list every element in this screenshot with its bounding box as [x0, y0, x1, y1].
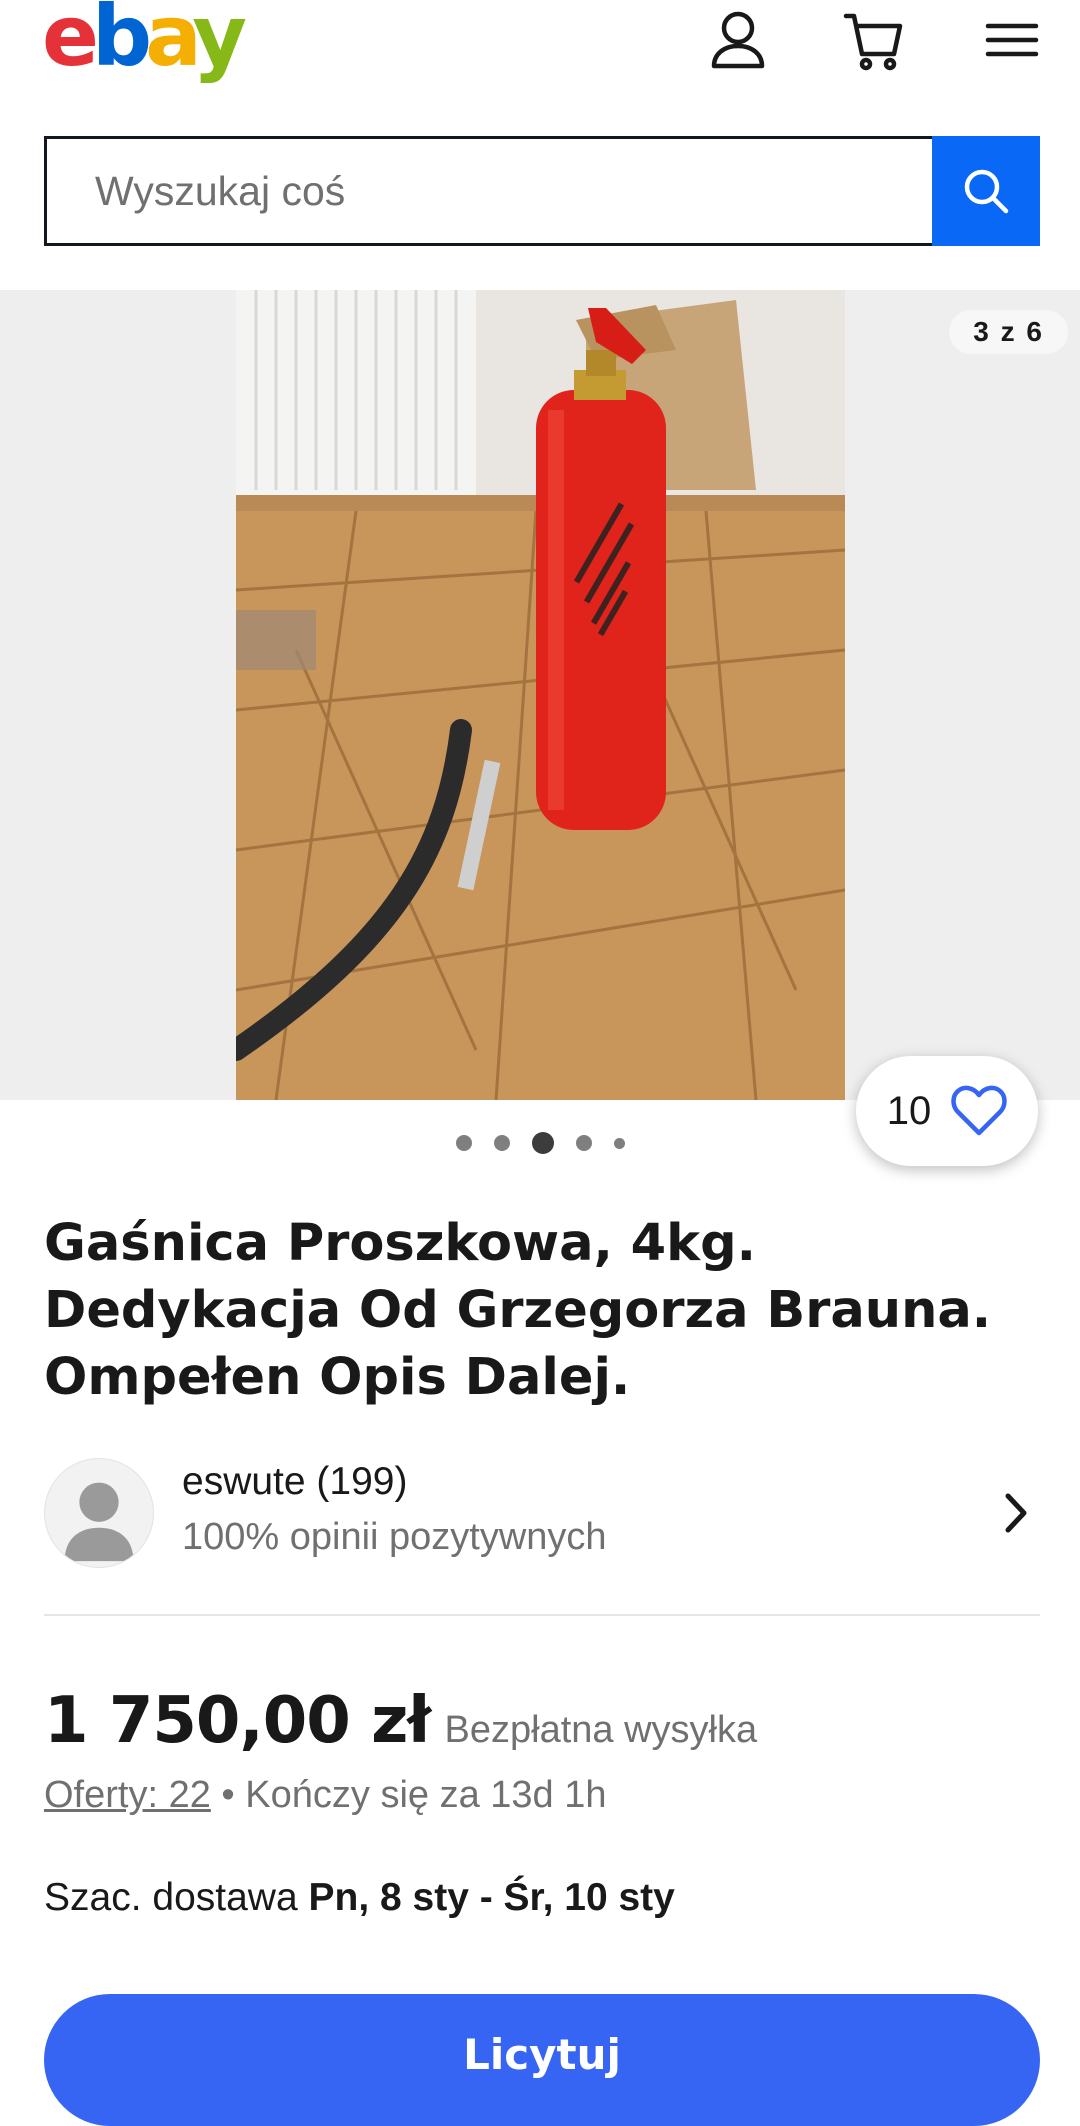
heart-icon	[951, 1085, 1007, 1136]
pagination-dot[interactable]	[613, 1137, 625, 1149]
seller-name: eswute (199)	[182, 1460, 408, 1503]
seller-info[interactable]: eswute (199) 100% opinii pozytywnych	[44, 1458, 1040, 1570]
image-counter: 3 z 6	[949, 310, 1068, 354]
delivery-estimate: Szac. dostawa Pn, 8 sty - Śr, 10 sty	[44, 1876, 675, 1920]
logo-letter-a: a	[145, 0, 199, 85]
search-button[interactable]	[932, 136, 1040, 246]
pagination-dot[interactable]	[575, 1135, 592, 1151]
pagination-dot[interactable]	[493, 1135, 510, 1151]
logo-letter-b: b	[91, 0, 152, 85]
bullet-separator: •	[221, 1774, 235, 1816]
price-row: 1 750,00 zł Bezpłatna wysyłka	[44, 1684, 757, 1758]
search-input[interactable]	[44, 136, 932, 246]
price: 1 750,00 zł	[44, 1684, 431, 1758]
watch-button[interactable]: 10	[856, 1056, 1038, 1166]
shipping-info: Bezpłatna wysyłka	[444, 1709, 758, 1751]
search-bar	[44, 136, 1040, 246]
divider	[44, 1614, 1040, 1616]
watch-count: 10	[886, 1088, 932, 1133]
avatar	[44, 1458, 154, 1568]
user-icon[interactable]	[706, 8, 770, 72]
bids-row: Oferty: 22 • Kończy się za 13d 1h	[44, 1774, 607, 1817]
header: ebay	[0, 0, 1080, 120]
chevron-right-icon	[1005, 1493, 1027, 1533]
product-photo[interactable]	[236, 290, 845, 1100]
menu-icon[interactable]	[980, 8, 1044, 72]
item-title: Gaśnica Proszkowa, 4kg. Dedykacja Od Grz…	[44, 1214, 992, 1407]
search-icon	[964, 169, 1009, 214]
logo-letter-e: e	[42, 0, 99, 85]
bid-button[interactable]: Licytuj	[44, 1994, 1040, 2126]
pagination-dot[interactable]	[455, 1135, 472, 1151]
seller-feedback: 100% opinii pozytywnych	[182, 1516, 607, 1558]
auction-ends: Kończy się za 13d 1h	[245, 1774, 607, 1816]
image-gallery[interactable]: 3 z 6	[0, 290, 1080, 1100]
ebay-logo[interactable]: ebay	[42, 0, 247, 78]
delivery-dates: Pn, 8 sty - Śr, 10 sty	[308, 1876, 675, 1919]
pagination-dot-active[interactable]	[531, 1132, 554, 1154]
logo-letter-y: y	[192, 0, 247, 85]
bids-link[interactable]: Oferty: 22	[44, 1774, 211, 1816]
delivery-label: Szac. dostawa	[44, 1876, 298, 1919]
cart-icon[interactable]	[842, 8, 906, 72]
